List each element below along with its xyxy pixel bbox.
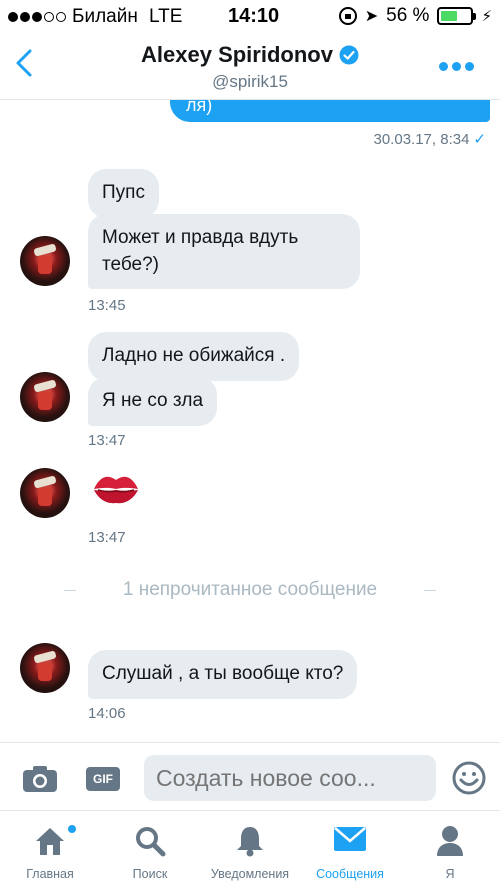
incoming-message-bubble[interactable]: Я не со зла bbox=[88, 377, 218, 426]
outgoing-message-meta: 30.03.17, 8:34 ✓ bbox=[374, 130, 487, 148]
tab-label: Я bbox=[445, 867, 455, 881]
outgoing-message-bubble[interactable]: ля) bbox=[170, 100, 490, 122]
tab-search[interactable]: Поиск bbox=[100, 811, 200, 889]
tab-notifications[interactable]: Уведомления bbox=[200, 811, 300, 889]
battery-percent: 56 % bbox=[386, 5, 430, 26]
unread-divider: 1 непрочитанное сообщение bbox=[0, 579, 500, 601]
person-icon bbox=[437, 826, 463, 856]
message-thread[interactable]: ля) 30.03.17, 8:34 ✓ Пупс Может и правда … bbox=[0, 100, 500, 742]
unread-badge-dot bbox=[68, 825, 76, 833]
incoming-message-text: Слушай , а ты вообще кто? bbox=[102, 663, 344, 684]
network-type: LTE bbox=[149, 6, 183, 27]
incoming-message-text: Ладно не обижайся . bbox=[102, 345, 286, 366]
incoming-message-bubble[interactable]: Ладно не обижайся . bbox=[88, 332, 300, 381]
location-icon: ➤ bbox=[364, 8, 379, 25]
contact-name-row[interactable]: Alexey Spiridonov bbox=[141, 42, 359, 68]
battery-icon bbox=[437, 7, 477, 25]
avatar[interactable] bbox=[20, 236, 70, 286]
camera-icon[interactable] bbox=[22, 765, 58, 793]
more-options-icon[interactable] bbox=[439, 62, 474, 71]
tab-label: Главная bbox=[26, 867, 74, 881]
envelope-icon bbox=[334, 827, 366, 851]
conversation-header: Alexey Spiridonov @spirik15 bbox=[0, 34, 500, 100]
gif-button[interactable]: GIF bbox=[86, 767, 120, 791]
message-composer: GIF bbox=[0, 742, 500, 810]
incoming-message-bubble[interactable]: Пупс bbox=[88, 169, 159, 218]
tab-label: Поиск bbox=[132, 867, 168, 881]
incoming-message-bubble[interactable]: Может и правда вдуть тебе?) bbox=[88, 214, 360, 290]
message-timestamp: 14:06 bbox=[88, 705, 126, 722]
incoming-message-text: Я не со зла bbox=[102, 390, 204, 411]
outgoing-timestamp: 30.03.17, 8:34 bbox=[373, 131, 470, 148]
tab-label: Сообщения bbox=[316, 867, 384, 881]
status-bar: Билайн LTE 14:10 ➤ 56 % ⚡ bbox=[0, 0, 500, 34]
tab-me[interactable]: Я bbox=[400, 811, 500, 889]
verified-badge-icon bbox=[339, 45, 359, 65]
contact-name[interactable]: Alexey Spiridonov bbox=[141, 42, 333, 68]
incoming-message-text: Пупс bbox=[102, 182, 145, 203]
incoming-message-text: Может и правда вдуть тебе?) bbox=[102, 227, 299, 275]
carrier-name: Билайн bbox=[72, 6, 138, 27]
status-time: 14:10 bbox=[228, 5, 280, 27]
search-icon bbox=[136, 827, 166, 857]
tab-home[interactable]: Главная bbox=[0, 811, 100, 889]
rotation-lock-icon bbox=[338, 7, 357, 25]
tab-messages[interactable]: Сообщения bbox=[300, 811, 400, 889]
bell-icon bbox=[237, 827, 263, 857]
avatar[interactable] bbox=[20, 643, 70, 693]
avatar[interactable] bbox=[20, 372, 70, 422]
message-input[interactable] bbox=[144, 755, 436, 801]
message-timestamp: 13:45 bbox=[88, 297, 126, 314]
tab-bar: Главная Поиск Уведомления Сообщения Я bbox=[0, 810, 500, 889]
signal-strength-icon bbox=[8, 12, 66, 22]
emoji-icon[interactable] bbox=[452, 761, 486, 795]
outgoing-message-text: ля) bbox=[186, 100, 213, 115]
incoming-message-bubble[interactable]: Слушай , а ты вообще кто? bbox=[88, 650, 358, 699]
message-timestamp: 13:47 bbox=[88, 432, 126, 449]
message-timestamp: 13:47 bbox=[88, 529, 126, 546]
home-icon bbox=[36, 828, 64, 855]
contact-handle: @spirik15 bbox=[212, 72, 288, 91]
kiss-lips-icon[interactable] bbox=[92, 472, 140, 506]
avatar[interactable] bbox=[20, 468, 70, 518]
charging-icon: ⚡ bbox=[481, 8, 492, 25]
battery-level bbox=[441, 11, 458, 21]
tab-label: Уведомления bbox=[210, 867, 290, 881]
sent-check-icon: ✓ bbox=[473, 131, 486, 148]
